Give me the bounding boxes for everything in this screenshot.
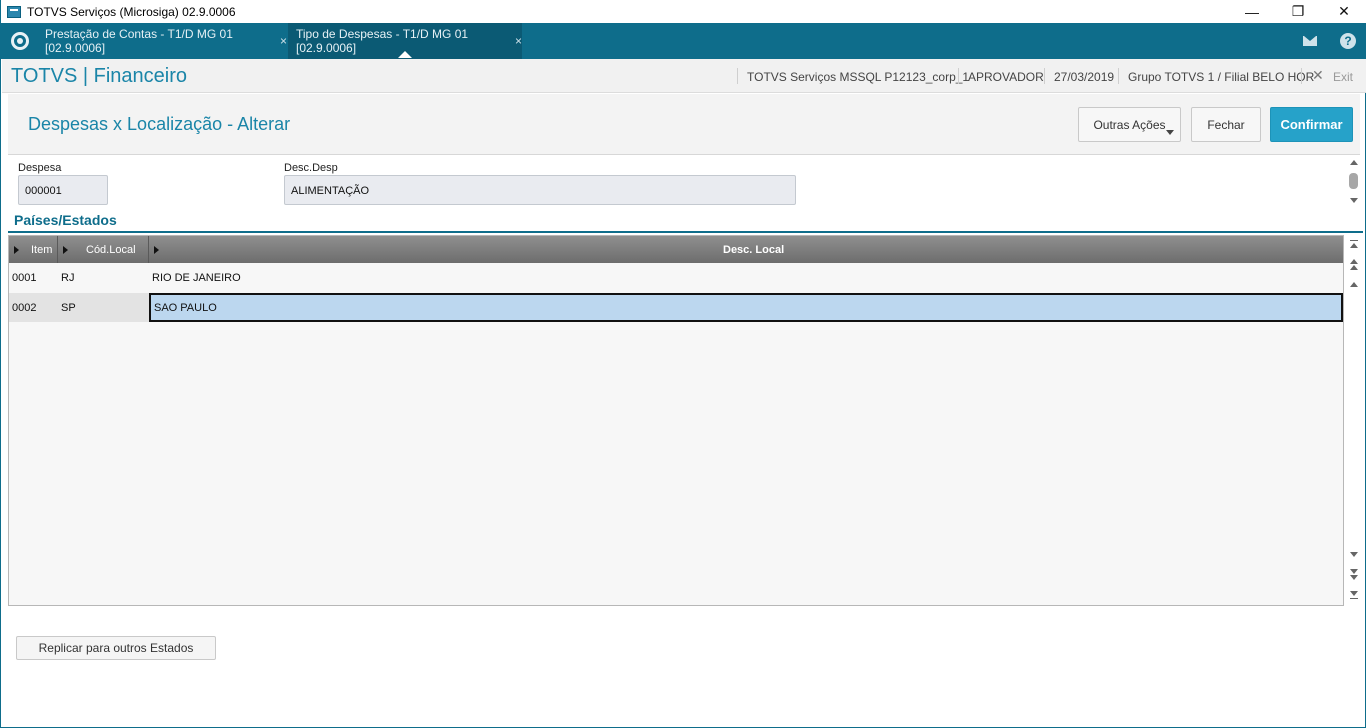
column-divider[interactable]: [148, 236, 149, 263]
header-divider: [958, 68, 959, 84]
tab-bar: Prestação de Contas - T1/D MG 01 [02.9.0…: [1, 23, 1366, 59]
cell-item[interactable]: 0001: [12, 263, 36, 292]
module-title: TOTVS | Financeiro: [11, 65, 187, 87]
section-divider: [8, 231, 1363, 233]
other-actions-button[interactable]: Outras Ações: [1078, 107, 1181, 142]
exit-icon[interactable]: ✕: [1312, 67, 1324, 84]
header-divider: [737, 68, 738, 84]
tab-prestacao-contas[interactable]: Prestação de Contas - T1/D MG 01 [02.9.0…: [37, 23, 287, 59]
app-window: TOTVS Serviços (Microsiga) 02.9.0006 — ❐…: [0, 0, 1366, 728]
scroll-page-up-icon[interactable]: [1346, 257, 1362, 273]
cell-desc-local[interactable]: RIO DE JANEIRO: [152, 263, 241, 292]
grid-header: Item Cód.Local Desc. Local: [9, 236, 1343, 263]
desc-desp-field[interactable]: ALIMENTAÇÃO: [284, 175, 796, 205]
header-divider: [1118, 68, 1119, 84]
title-bar: TOTVS Serviços (Microsiga) 02.9.0006 — ❐…: [1, 0, 1366, 23]
scroll-down-icon[interactable]: [1350, 198, 1358, 203]
window-controls: — ❐ ✕: [1229, 0, 1366, 23]
form-scrollbar[interactable]: [1347, 156, 1361, 208]
cell-desc-local[interactable]: SAO PAULO: [154, 295, 217, 320]
minimize-button[interactable]: —: [1229, 0, 1275, 23]
table-row[interactable]: 0001 RJ RIO DE JANEIRO: [9, 263, 1343, 292]
active-tab-indicator: [398, 51, 412, 58]
date-info: 27/03/2019: [1054, 70, 1115, 84]
column-marker-icon: [14, 246, 19, 254]
close-window-button[interactable]: ✕: [1321, 0, 1366, 23]
header-divider: [1301, 68, 1302, 84]
despesa-field[interactable]: 000001: [18, 175, 108, 205]
window-title: TOTVS Serviços (Microsiga) 02.9.0006: [27, 4, 236, 19]
column-marker-icon: [154, 246, 159, 254]
column-header-cod-local[interactable]: Cód.Local: [86, 236, 136, 263]
selected-cell[interactable]: SAO PAULO: [149, 293, 1343, 322]
other-actions-label: Outras Ações: [1093, 117, 1166, 132]
mail-icon[interactable]: [1301, 32, 1319, 50]
cell-cod-local[interactable]: SP: [61, 293, 76, 322]
scroll-up-icon[interactable]: [1346, 277, 1362, 293]
grid-scrollbar[interactable]: [1346, 237, 1362, 605]
chevron-down-icon: [1166, 130, 1174, 135]
scroll-down-icon[interactable]: [1346, 547, 1362, 563]
scroll-bottom-icon[interactable]: [1346, 587, 1362, 603]
app-icon: [7, 5, 21, 18]
locations-grid: Item Cód.Local Desc. Local 0001 RJ RIO D…: [8, 235, 1344, 606]
close-button[interactable]: Fechar: [1191, 107, 1261, 142]
scroll-up-icon[interactable]: [1350, 160, 1358, 165]
help-glyph: ?: [1340, 33, 1356, 49]
environment-info: TOTVS Serviços MSSQL P12123_corp_1: [747, 70, 970, 84]
branch-info: Grupo TOTVS 1 / Filial BELO HOR: [1128, 70, 1315, 84]
scroll-top-icon[interactable]: [1346, 237, 1362, 253]
form-header: Despesas x Localização - Alterar Outras …: [8, 94, 1360, 155]
scroll-page-down-icon[interactable]: [1346, 567, 1362, 583]
confirm-button[interactable]: Confirmar: [1270, 107, 1353, 142]
column-marker-icon: [63, 246, 68, 254]
replicate-states-button[interactable]: Replicar para outros Estados: [16, 636, 216, 660]
header-bar: TOTVS | Financeiro TOTVS Serviços MSSQL …: [2, 59, 1366, 93]
column-header-item[interactable]: Item: [31, 236, 52, 263]
table-row-selected[interactable]: 0002 SP SAO PAULO: [9, 293, 1343, 322]
exit-link[interactable]: Exit: [1333, 70, 1353, 84]
user-info: APROVADOR: [968, 70, 1044, 84]
cell-item[interactable]: 0002: [12, 293, 36, 322]
restore-button[interactable]: ❐: [1275, 0, 1321, 23]
section-title: Países/Estados: [14, 212, 117, 228]
help-icon[interactable]: ?: [1339, 32, 1357, 50]
scroll-thumb[interactable]: [1349, 173, 1358, 189]
tab-label: Prestação de Contas - T1/D MG 01 [02.9.0…: [45, 27, 233, 55]
tab-close-icon[interactable]: ×: [280, 34, 287, 48]
desc-desp-label: Desc.Desp: [284, 162, 338, 174]
cell-cod-local[interactable]: RJ: [61, 263, 74, 292]
form-title: Despesas x Localização - Alterar: [28, 114, 291, 134]
header-divider: [1044, 68, 1045, 84]
column-divider[interactable]: [57, 236, 58, 263]
totvs-logo-icon[interactable]: [11, 32, 29, 50]
tab-close-icon[interactable]: ×: [515, 34, 522, 48]
column-header-desc-local[interactable]: Desc. Local: [723, 236, 784, 263]
despesa-label: Despesa: [18, 162, 62, 174]
